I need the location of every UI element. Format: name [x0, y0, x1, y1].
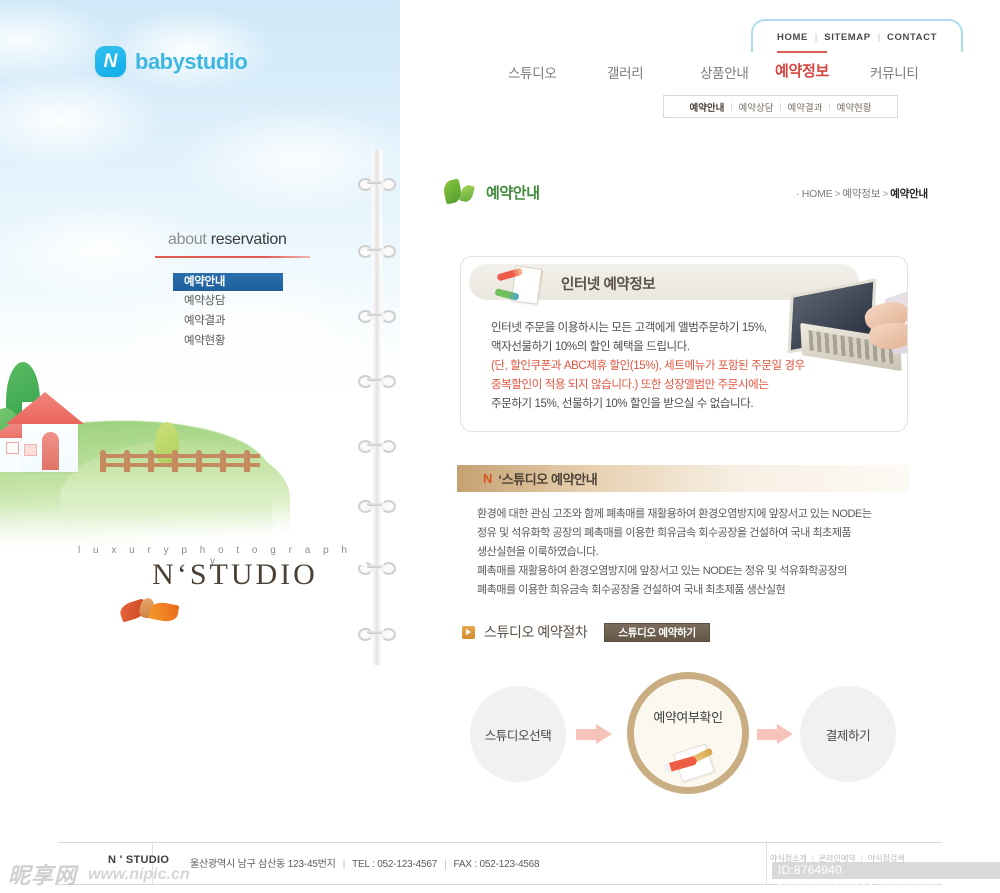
footer-sep-2: |	[444, 859, 447, 870]
procedure-flow: 스튜디오선택 예약여부확인 결제하기	[455, 672, 915, 794]
sub-nav-item-guide[interactable]: 예약안내	[689, 100, 724, 114]
arrow-right-icon	[757, 724, 793, 744]
utility-nav: HOME | SITEMAP | CONTACT	[751, 19, 963, 53]
footer-vertical-divider	[766, 842, 767, 885]
pencil-notepad-icon	[494, 261, 549, 311]
window-icon	[6, 442, 19, 454]
left-menu-item-result[interactable]: 예약결과	[173, 312, 293, 331]
left-menu-item-guide[interactable]: 예약안내	[173, 273, 283, 291]
studio-section-title: ‘스튜디오 예약안내	[498, 472, 598, 487]
flow-step-payment[interactable]: 결제하기	[800, 686, 896, 782]
flow-step-select-studio[interactable]: 스튜디오선택	[470, 686, 566, 782]
studio-paragraph: 생산실현을 이룩하였습니다.	[477, 546, 599, 558]
breadcrumb-bullet: ·	[795, 188, 800, 200]
breadcrumb-divider: >	[834, 188, 841, 200]
sub-nav-sep-1: |	[730, 102, 733, 111]
studio-paragraph: 정유 및 석유화학 공장의 폐촉매를 이용한 희유금속 회수공장을 건설하여 국…	[477, 527, 852, 539]
panel-body: 인터넷 주문을 이용하시는 모든 고객에게 앨범주문하기 15%, 액자선물하기…	[491, 319, 811, 414]
page-title: 예약안내	[486, 184, 540, 202]
arrow-right-icon	[462, 625, 475, 639]
landscape-illustration	[0, 360, 366, 660]
left-menu-title-bold: reservation	[210, 231, 287, 248]
breadcrumb-home[interactable]: HOME	[802, 188, 833, 200]
panel-title: 인터넷 예약정보	[561, 277, 656, 293]
internet-reservation-panel: 인터넷 예약정보 인터넷 주문을 이용하시는 모든 고객에게 앨범주문하기 15…	[460, 256, 908, 432]
footer-top-divider	[58, 842, 942, 843]
window-icon	[24, 444, 37, 456]
panel-line: 액자선물하기 10%의 할인 혜택을 드립니다.	[491, 341, 690, 353]
door-icon	[42, 432, 59, 470]
studio-section-body: 환경에 대한 관심 고조와 함께 폐촉매를 재활용하여 환경오염방지에 앞장서고…	[477, 505, 907, 600]
logo-wordmark: babystudio	[135, 48, 248, 74]
sub-nav-item-status[interactable]: 예약현황	[837, 100, 872, 114]
logo-mark-icon: N	[95, 46, 126, 77]
utility-sep-2: |	[877, 32, 881, 42]
flow-step-label: 예약여부확인	[653, 710, 723, 725]
watermark-logo: 昵享网	[8, 863, 78, 888]
utility-nav-contact[interactable]: CONTACT	[887, 32, 937, 43]
panel-line-warning: (단, 할인쿠폰과 ABC제휴 할인(15%), 세트메뉴가 포함된 주문일 경…	[491, 360, 805, 372]
left-menu-item-status[interactable]: 예약현황	[173, 332, 293, 351]
utility-sep-1: |	[814, 32, 818, 42]
main-nav-item-gallery[interactable]: 갤러리	[607, 62, 644, 82]
procedure-header: 스튜디오 예약절차 스튜디오 예약하기	[462, 622, 710, 642]
spiral-ring	[358, 310, 396, 323]
main-nav-item-community[interactable]: 커뮤니티	[870, 62, 919, 82]
studio-reserve-button[interactable]: 스튜디오 예약하기	[604, 622, 710, 642]
leaf-icon	[441, 178, 478, 205]
footer-contact-info: 울산광역시 남구 삼산동 123-45번지 | TEL : 052-123-4567…	[190, 855, 540, 870]
panel-line: 주문하기 15%, 선물하기 10% 할인을 받으실 수 없습니다.	[491, 398, 754, 410]
breadcrumb-current: 예약안내	[890, 188, 928, 200]
left-menu-divider	[155, 256, 310, 258]
id-watermark-bar: ID:8764940 NO:20121103114739926000	[772, 862, 1000, 893]
page-root: N babystudio HOME | SITEMAP | CONTACT 스튜…	[0, 0, 1000, 893]
spiral-ring	[358, 178, 396, 191]
left-menu-list: 예약안내 예약상담 예약결과 예약현황	[173, 273, 293, 352]
main-nav-item-products[interactable]: 상품안내	[700, 62, 749, 82]
sub-nav-item-consult[interactable]: 예약상담	[738, 100, 773, 114]
breadcrumb-section[interactable]: 예약정보	[842, 188, 880, 200]
breadcrumb-divider: >	[882, 188, 889, 200]
left-menu-item-consult[interactable]: 예약상담	[173, 292, 293, 311]
content-header: 예약안내	[441, 178, 540, 205]
footer-brand: N ' STUDIO	[108, 854, 170, 866]
footer-fax: FAX : 052-123-4568	[453, 859, 540, 870]
arrow-right-icon	[576, 724, 612, 744]
panel-line: 인터넷 주문을 이용하시는 모든 고객에게 앨범주문하기 15%,	[491, 322, 767, 334]
watermark-url: www.nipic.cn	[88, 866, 190, 883]
spiral-ring	[358, 245, 396, 258]
footer-tel: TEL : 052-123-4567	[352, 859, 438, 870]
sub-nav: 예약안내 | 예약상담 | 예약결과 | 예약현황	[663, 95, 898, 118]
pencil-paper-icon	[662, 743, 719, 783]
utility-nav-sitemap[interactable]: SITEMAP	[824, 32, 870, 43]
main-nav: 스튜디오 갤러리 상품안내 예약정보 커뮤니티	[490, 51, 960, 90]
panel-line-warning: 중복할인이 적용 되지 않습니다.) 또한 성장앨범만 주문시에는	[491, 379, 769, 391]
studio-paragraph: 폐촉매를 재활용하여 환경오염방지에 앞장서고 있는 NODE는 정유 및 석유…	[477, 565, 847, 577]
studio-badge-n: N	[483, 471, 493, 486]
sub-nav-sep-2: |	[779, 102, 782, 111]
studio-section-header: N ‘스튜디오 예약안내	[457, 465, 909, 492]
breadcrumb: · HOME > 예약정보 > 예약안내	[796, 186, 928, 201]
footer-sep-1: |	[342, 859, 346, 870]
utility-nav-home[interactable]: HOME	[777, 32, 808, 43]
procedure-title: 스튜디오 예약절차	[484, 624, 588, 640]
fence-icon	[100, 450, 260, 472]
main-nav-item-studio[interactable]: 스튜디오	[508, 62, 557, 82]
studio-wordmark: N‘STUDIO	[152, 558, 318, 591]
sub-nav-item-result[interactable]: 예약결과	[788, 100, 823, 114]
studio-paragraph: 폐촉매를 이용한 희유금속 회수공장을 건설하여 국내 최초제품 생산실현	[477, 584, 786, 596]
studio-paragraph: 환경에 대한 관심 고조와 함께 폐촉매를 재활용하여 환경오염방지에 앞장서고…	[477, 508, 872, 520]
left-menu-title: about reservation	[168, 231, 287, 249]
site-logo[interactable]: N babystudio	[95, 46, 248, 77]
left-menu-title-light: about	[168, 231, 211, 248]
footer-address: 울산광역시 남구 삼산동 123-45번지	[190, 859, 336, 870]
sub-nav-sep-3: |	[828, 102, 831, 111]
main-nav-item-reservation[interactable]: 예약정보	[775, 51, 829, 81]
